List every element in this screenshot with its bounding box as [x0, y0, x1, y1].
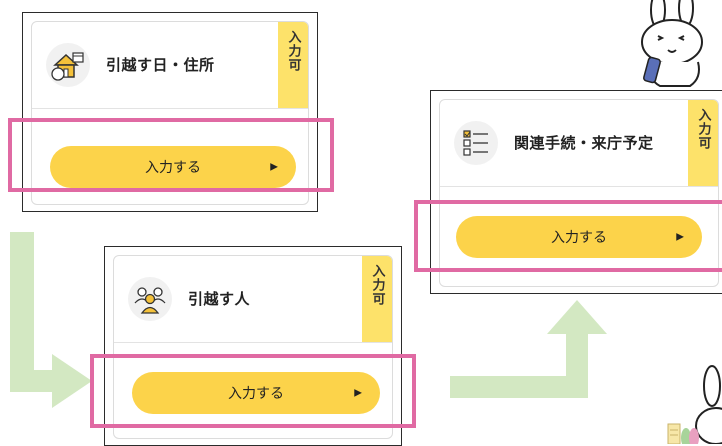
card-header: 引越す人 入力可 — [114, 256, 392, 343]
rabbit-mascot-partial-icon — [667, 365, 722, 444]
status-badge: 入力可 — [688, 100, 718, 186]
card-title: 引越す人 — [188, 290, 251, 308]
card-header: 関連手続・来庁予定 入力可 — [440, 100, 718, 187]
highlight-frame — [90, 354, 416, 428]
card-header: 引越す日・住所 入力可 — [32, 22, 308, 109]
flow-arrow-head-1 — [52, 354, 92, 408]
highlight-frame — [8, 118, 334, 192]
rabbit-mascot-icon — [641, 0, 703, 87]
flow-arrow-vertical-1 — [10, 232, 34, 392]
house-calendar-icon — [46, 43, 90, 87]
status-badge: 入力可 — [362, 256, 392, 342]
highlight-frame — [414, 200, 722, 272]
people-icon — [128, 277, 172, 321]
flow-arrow-vertical-2 — [566, 330, 588, 398]
status-badge: 入力可 — [278, 22, 308, 108]
card-title: 関連手続・来庁予定 — [514, 134, 654, 152]
checklist-icon — [454, 121, 498, 165]
card-title: 引越す日・住所 — [106, 56, 215, 74]
flow-arrow-head-2 — [547, 300, 607, 334]
